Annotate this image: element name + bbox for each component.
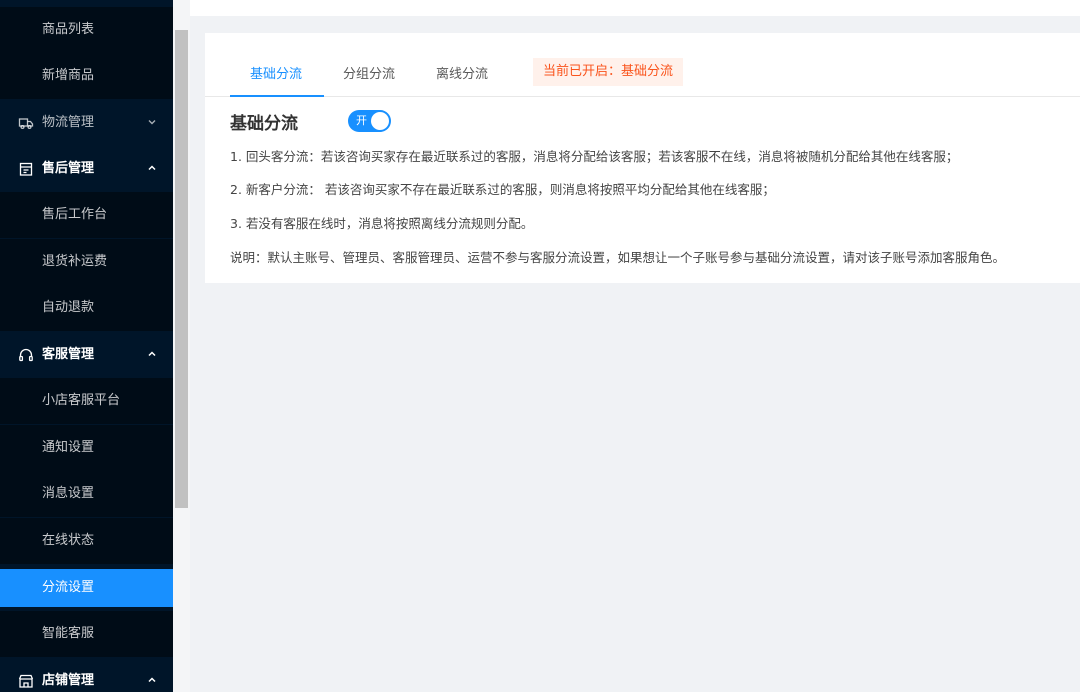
sidebar-group-after-sales[interactable]: 售后管理 [0,146,173,192]
routing-settings-card: 基础分流 分组分流 离线分流 当前已开启：基础分流 基础分流 开 1. 回头客分… [205,33,1080,283]
tab-label: 基础分流 [250,67,303,82]
clipboard-icon [19,162,33,176]
tab-group-routing[interactable]: 分组分流 [343,63,395,97]
sidebar-item-routing-settings[interactable]: 分流设置 [0,569,173,607]
sidebar-item-after-sales-desk[interactable]: 售后工作台 [0,192,173,238]
sidebar-item-label: 消息设置 [42,486,95,501]
sidebar-group-label: 售后管理 [42,161,95,176]
chevron-up-icon [148,165,156,171]
sidebar-item-label: 商品列表 [42,22,95,37]
sidebar-item-product-list[interactable]: 商品列表 [0,7,173,53]
sidebar-group-label: 店铺管理 [42,673,95,688]
tab-basic-routing[interactable]: 基础分流 [230,63,324,97]
sidebar-group-logistics[interactable]: 物流管理 [0,100,173,146]
sidebar-group-label: 客服管理 [42,347,95,362]
chevron-up-icon [148,351,156,357]
section-title: 基础分流 [230,114,298,134]
sidebar-item-label: 新增商品 [42,68,95,83]
toggle-knob [371,112,389,130]
basic-routing-toggle[interactable]: 开 [348,110,391,132]
sidebar-item-return-shipping[interactable]: 退货补运费 [0,239,173,285]
status-badge: 当前已开启：基础分流 [533,58,684,86]
rule-returning-customer: 1. 回头客分流：若该咨询买家存在最近联系过的客服，消息将分配给该客服；若该客服… [230,149,959,164]
tab-label: 离线分流 [436,67,489,82]
sidebar-item-label: 小店客服平台 [42,393,121,408]
sidebar-item-label: 退货补运费 [42,254,108,269]
store-icon [18,674,34,688]
sidebar-item-add-product[interactable]: 新增商品 [0,53,173,99]
sidebar-item-cs-platform[interactable]: 小店客服平台 [0,378,173,424]
rule-no-agent-online: 3. 若没有客服在线时，消息将按照离线分流规则分配。 [230,216,534,231]
sidebar-item-label: 通知设置 [42,440,95,455]
sidebar-item-message-settings[interactable]: 消息设置 [0,471,173,517]
tab-bar: 基础分流 分组分流 离线分流 当前已开启：基础分流 [205,33,1080,97]
sidebar-item-label: 售后工作台 [42,207,108,222]
rule-new-customer: 2. 新客户分流： 若该咨询买家不存在最近联系过的客服，则消息将按照平均分配给其… [230,182,775,197]
headset-icon [19,348,33,362]
header-panel [190,0,1080,16]
sidebar-group-customer-service[interactable]: 客服管理 [0,332,173,378]
rule-note: 说明：默认主账号、管理员、客服管理员、运营不参与客服分流设置，如果想让一个子账号… [230,250,1006,265]
chevron-up-icon [148,677,156,683]
sidebar-item-label: 自动退款 [42,300,95,315]
sidebar-item-label: 智能客服 [42,626,95,641]
tab-label: 分组分流 [343,67,396,82]
sidebar-item-notification-settings[interactable]: 通知设置 [0,425,173,471]
sidebar: 商品列表 新增商品 物流管理 售后管理 售后工作台 退货补运费 自动退款 客服管… [0,0,173,692]
sidebar-group-store[interactable]: 店铺管理 [0,658,173,692]
sidebar-group-label: 物流管理 [42,115,95,130]
sidebar-item-smart-cs[interactable]: 智能客服 [0,611,173,657]
chevron-down-icon [148,120,156,125]
sidebar-item-label: 在线状态 [42,533,95,548]
scrollbar-thumb[interactable] [175,30,188,508]
sidebar-item-label: 分流设置 [42,580,95,595]
tab-offline-routing[interactable]: 离线分流 [436,63,488,97]
sidebar-item-online-status[interactable]: 在线状态 [0,518,173,564]
toggle-label: 开 [356,114,367,127]
truck-icon [18,118,34,130]
sidebar-item-auto-refund[interactable]: 自动退款 [0,285,173,331]
